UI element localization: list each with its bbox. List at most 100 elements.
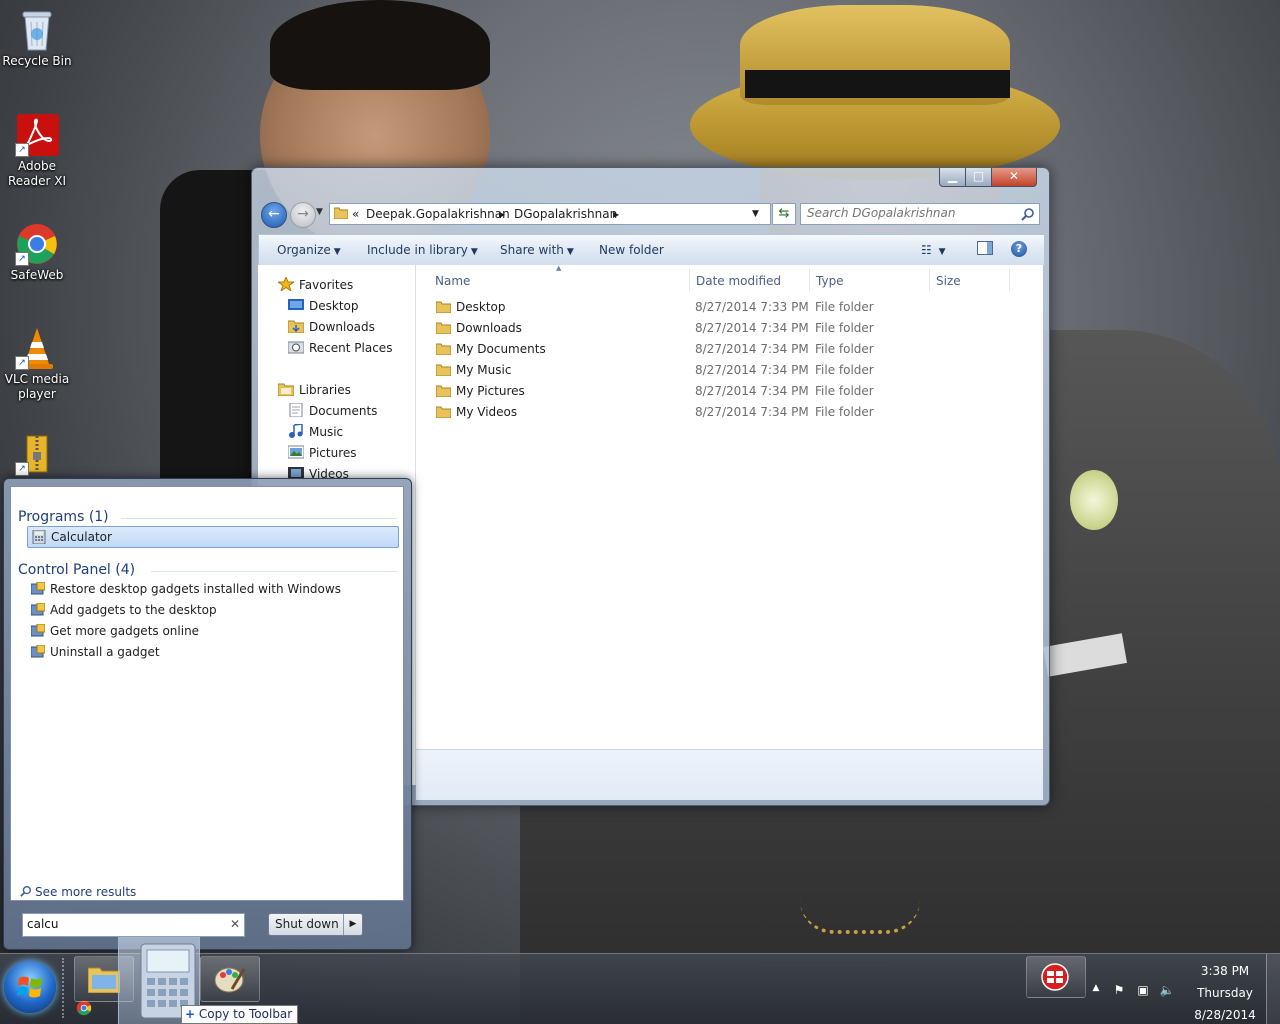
forward-button[interactable]: → [290,202,316,228]
result-restore-gadgets[interactable]: Restore desktop gadgets installed with W… [27,579,397,599]
column-divider[interactable] [689,269,690,291]
toolbar-grip[interactable] [62,958,68,1018]
shut-down-button[interactable]: Shut down ▶ [268,913,363,936]
taskbar-paint-button[interactable] [200,956,260,1002]
result-label: Calculator [51,530,112,544]
folder-icon [334,207,348,219]
maximize-button[interactable]: □ [965,168,992,187]
desktop-icon-safeweb[interactable]: ↗ SafeWeb [1,222,73,283]
network-icon[interactable]: ▣ [1135,983,1151,999]
nav-downloads[interactable]: Downloads [309,320,375,334]
folder-icon [436,343,451,355]
navigation-bar: ← → ▼ « Deepak.Gopalakrishnan ▶ DGopalak… [260,200,1040,228]
column-header-size[interactable]: Size [936,274,961,288]
result-label: Get more gadgets online [50,624,200,638]
desktop-folder-icon [288,299,304,310]
change-view-button[interactable]: ☷ ▼ [921,243,946,257]
desktop-icon-winzip[interactable]: ↗ [1,432,73,478]
wallpaper-hat-band [745,70,1010,98]
see-more-results-link[interactable]: See more results [20,885,136,899]
copy-to-toolbar-label: Copy to Toolbar [198,1007,293,1021]
nav-documents[interactable]: Documents [309,404,377,418]
start-menu[interactable]: Programs (1) Calculator Control Panel (4… [3,478,412,950]
clear-search-icon[interactable]: ✕ [230,917,240,931]
table-row[interactable]: My Videos 8/27/2014 7:34 PM File folder [416,402,1043,423]
recent-pages-dropdown[interactable]: ▼ [316,207,323,217]
search-box[interactable] [800,203,1040,225]
table-row[interactable]: Downloads 8/27/2014 7:34 PM File folder [416,318,1043,339]
table-row[interactable]: Desktop 8/27/2014 7:33 PM File folder [416,297,1043,318]
column-header-type[interactable]: Type [816,274,844,288]
minimize-button[interactable]: ▁ [939,168,966,187]
view-icon: ☷ [921,243,932,257]
nav-music[interactable]: Music [309,425,343,439]
close-button[interactable]: ✕ [991,168,1037,187]
help-icon[interactable]: ? [1011,241,1027,257]
wallpaper-chain [800,900,920,934]
desktop-icon-vlc[interactable]: ↗ VLC media player [1,326,73,402]
breadcrumb-separator-icon[interactable]: ▶ [499,210,505,219]
nav-libraries[interactable]: Libraries [299,383,351,397]
start-search-box[interactable]: ✕ [22,913,245,937]
control-panel-heading[interactable]: Control Panel (4) [18,562,135,578]
refresh-button[interactable]: ⇆ [772,203,796,225]
file-list[interactable]: Name ▲ Date modified Type Size Desktop 8/… [416,264,1043,749]
chrome-icon: ↗ [15,222,59,266]
column-divider[interactable] [809,269,810,291]
column-divider[interactable] [1009,269,1010,291]
nav-recent-places[interactable]: Recent Places [309,341,392,355]
table-row[interactable]: My Music 8/27/2014 7:34 PM File folder [416,360,1043,381]
table-row[interactable]: My Documents 8/27/2014 7:34 PM File folder [416,339,1043,360]
column-header-name[interactable]: Name [435,274,470,288]
organize-button[interactable]: Organize ▼ [277,243,341,257]
result-uninstall-gadget[interactable]: Uninstall a gadget [27,642,397,662]
start-button[interactable] [4,961,56,1013]
chrome-icon[interactable] [76,1000,92,1016]
breadcrumb-deepak[interactable]: Deepak.Gopalakrishnan [366,207,510,221]
windows-logo-icon [17,976,42,998]
nav-desktop[interactable]: Desktop [309,299,359,313]
show-hidden-icons-icon[interactable]: ▲ [1088,983,1104,999]
clock-time: 3:38 PM [1200,964,1250,978]
result-get-more-gadgets[interactable]: Get more gadgets online [27,621,397,641]
action-center-flag-icon[interactable]: ⚑ [1111,983,1127,999]
address-overflow[interactable]: « [352,207,359,221]
volume-icon[interactable]: 🔈 [1159,983,1175,999]
desktop-icon-label: Recycle Bin [2,54,72,68]
breadcrumb-separator-icon[interactable]: ▶ [613,210,619,219]
share-with-button[interactable]: Share with ▼ [500,243,574,257]
preview-pane-button[interactable] [977,241,993,258]
file-type: File folder [815,321,874,335]
start-search-input[interactable] [23,914,222,934]
desktop-icon-adobe-reader[interactable]: ↗ Adobe Reader XI [1,113,73,189]
sort-ascending-icon: ▲ [556,264,562,272]
column-divider[interactable] [929,269,930,291]
breadcrumb-dgopalakrishnan[interactable]: DGopalakrishnan [514,207,617,221]
result-add-gadgets[interactable]: Add gadgets to the desktop [27,600,397,620]
show-desktop-button[interactable] [1266,954,1280,1024]
search-icon [20,886,31,897]
clock[interactable]: 3:38 PM Thursday 8/28/2014 [1190,960,1260,1024]
column-header-date-modified[interactable]: Date modified [696,274,781,288]
gadget-icon [31,603,45,616]
column-headers: Name ▲ Date modified Type Size [416,264,1043,293]
search-input[interactable] [801,204,1012,222]
address-dropdown-icon[interactable]: ▼ [752,209,759,219]
desktop-icon-recycle-bin[interactable]: Recycle Bin [1,8,73,69]
winzip-icon: ↗ [15,432,59,476]
back-button[interactable]: ← [261,202,287,228]
search-icon[interactable] [1021,207,1035,221]
address-bar[interactable]: « Deepak.Gopalakrishnan ▶ DGopalakrishna… [329,203,771,225]
taskbar-tray-app-button[interactable] [1026,956,1086,998]
nav-favorites[interactable]: Favorites [299,278,353,292]
result-label: Add gadgets to the desktop [50,603,217,617]
include-in-library-button[interactable]: Include in library ▼ [367,243,478,257]
result-calculator[interactable]: Calculator [27,526,399,548]
vlc-icon: ↗ [15,326,59,370]
programs-heading[interactable]: Programs (1) [18,509,109,525]
shut-down-options-arrow-icon[interactable]: ▶ [343,914,362,935]
table-row[interactable]: My Pictures 8/27/2014 7:34 PM File folder [416,381,1043,402]
new-folder-button[interactable]: New folder [599,243,664,257]
forward-arrow-icon: → [297,206,309,222]
nav-pictures[interactable]: Pictures [309,446,357,460]
